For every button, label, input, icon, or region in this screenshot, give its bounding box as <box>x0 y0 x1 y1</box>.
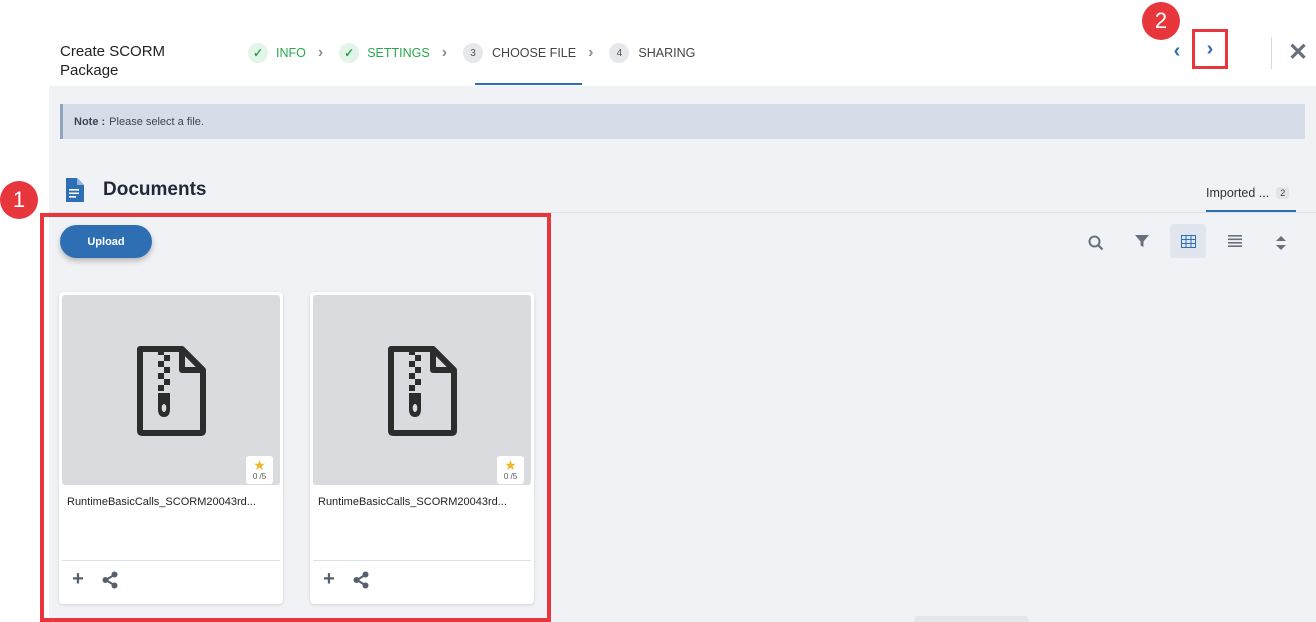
document-icon <box>66 178 84 202</box>
note-label: Note : <box>74 115 106 128</box>
header-divider <box>1271 37 1272 69</box>
annotation-badge-1: 1 <box>0 181 38 219</box>
sort-button[interactable] <box>1263 226 1299 260</box>
bottom-panel-handle[interactable] <box>914 616 1028 622</box>
documents-title: Documents <box>103 179 207 200</box>
step-label: INFO <box>276 46 306 60</box>
search-button[interactable] <box>1078 226 1114 260</box>
chevron-right-icon: › <box>317 44 324 61</box>
chevron-right-icon: › <box>441 44 448 61</box>
list-view-button[interactable] <box>1217 224 1253 258</box>
sort-icon <box>1276 236 1286 250</box>
filter-icon <box>1135 235 1149 247</box>
search-icon <box>1088 235 1104 251</box>
annotation-badge-2: 2 <box>1142 2 1180 40</box>
step-number: 3 <box>463 43 484 63</box>
documents-header: Documents <box>64 176 206 204</box>
filter-button[interactable] <box>1124 224 1160 258</box>
step-number: 4 <box>609 43 630 63</box>
step-label: CHOOSE FILE <box>492 46 577 60</box>
close-button[interactable]: ✕ <box>1286 38 1310 66</box>
step-label: SETTINGS <box>367 46 430 60</box>
step-choose-file[interactable]: 3 CHOOSE FILE <box>463 42 576 64</box>
note-banner: Note : Please select a file. <box>60 104 1305 139</box>
grid-icon <box>1180 234 1196 248</box>
step-sharing[interactable]: 4 SHARING <box>609 42 695 64</box>
previous-step-button[interactable]: ‹ <box>1166 40 1188 62</box>
wizard-steps: ✓ INFO › ✓ SETTINGS › 3 CHOOSE FILE › 4 … <box>248 42 695 64</box>
step-info[interactable]: ✓ INFO <box>248 42 306 64</box>
active-step-indicator <box>475 83 582 85</box>
page-title: Create SCORM Package <box>60 43 166 79</box>
wizard-header: Create SCORM Package ✓ INFO › ✓ SETTINGS… <box>0 0 1316 86</box>
step-label: SHARING <box>638 46 696 60</box>
grid-view-button[interactable] <box>1170 224 1206 258</box>
count-badge: 2 <box>1276 187 1290 199</box>
next-step-button[interactable]: › <box>1192 29 1228 69</box>
check-icon: ✓ <box>248 43 268 63</box>
tab-imported[interactable]: Imported ... 2 <box>1206 186 1290 200</box>
list-icon <box>1228 235 1242 247</box>
annotation-highlight-box <box>40 213 551 622</box>
note-text: Please select a file. <box>109 115 204 128</box>
check-icon: ✓ <box>339 43 360 63</box>
chevron-right-icon: › <box>588 44 594 61</box>
tab-label: Imported ... <box>1206 186 1270 200</box>
step-settings[interactable]: ✓ SETTINGS <box>339 42 430 64</box>
